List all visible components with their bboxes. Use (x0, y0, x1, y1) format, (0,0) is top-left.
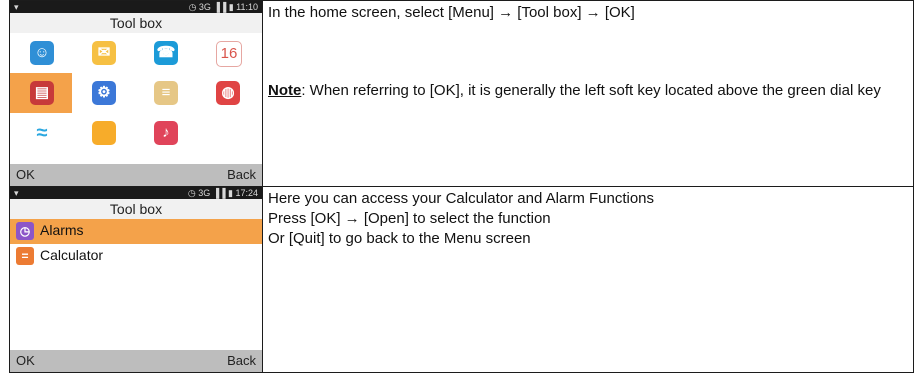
file-manager-icon: ≡ (154, 81, 178, 105)
status-indicators: ◷ 3G ▐▐ ▮ 17:24 (187, 188, 258, 198)
settings-icon: ⚙ (92, 81, 116, 105)
grid-cell-file-manager[interactable]: ≡ (134, 73, 196, 113)
phone-screen-grid: ▾ ◷ 3G ▐▐ ▮ 11:10 Tool box ☺ ✉ ☎ 16 ▤ ⚙ … (10, 1, 262, 186)
music-icon: ♪ (154, 121, 178, 145)
note-label: Note (268, 82, 302, 99)
status-bar: ▾ ◷ 3G ▐▐ ▮ 17:24 (10, 187, 262, 199)
instruction-line: In the home screen, select [Menu] → [Too… (268, 4, 635, 21)
grid-cell-music[interactable]: ♪ (134, 113, 196, 153)
instruction-line: Here you can access your Calculator and … (268, 190, 655, 207)
notes-icon (92, 121, 116, 145)
list-item-calculator[interactable]: = Calculator (10, 244, 262, 269)
list-item-alarms[interactable]: ◷ Alarms (10, 219, 262, 244)
grid-cell-phone[interactable]: ☎ (134, 33, 196, 73)
signal-icon: ▾ (14, 2, 19, 12)
softkey-back[interactable]: Back (221, 350, 262, 372)
phone-screen-list: ▾ ◷ 3G ▐▐ ▮ 17:24 Tool box ◷ Alarms = Ca… (10, 187, 262, 372)
screen-title: Tool box (10, 13, 262, 33)
grid-cell-toolbox-selected[interactable]: ▤ (10, 73, 72, 113)
note-paragraph: Note: When referring to [OK], it is gene… (268, 81, 908, 101)
instruction-line: Or [Quit] to go back to the Menu screen (268, 230, 531, 247)
list-item-label: Calculator (40, 247, 104, 263)
softkey-ok[interactable]: OK (10, 164, 41, 186)
signal-icon: ▾ (14, 188, 19, 198)
instruction-cell: In the home screen, select [Menu] → [Too… (262, 0, 914, 187)
toolbox-icon: ▤ (30, 81, 54, 105)
softkey-bar: OK Back (10, 164, 262, 186)
grid-cell-notes[interactable] (72, 113, 134, 153)
softkey-back[interactable]: Back (221, 164, 262, 186)
instruction-cell: Here you can access your Calculator and … (262, 186, 914, 373)
instructions-table: ▾ ◷ 3G ▐▐ ▮ 11:10 Tool box ☺ ✉ ☎ 16 ▤ ⚙ … (9, 0, 914, 373)
grid-cell-messages[interactable]: ✉ (72, 33, 134, 73)
calculator-icon: = (16, 247, 34, 265)
instruction-line: Press [OK] → [Open] to select the functi… (268, 210, 551, 227)
phone-icon: ☎ (154, 41, 178, 65)
table-row: ▾ ◷ 3G ▐▐ ▮ 11:10 Tool box ☺ ✉ ☎ 16 ▤ ⚙ … (9, 0, 914, 187)
softkey-bar: OK Back (10, 350, 262, 372)
screenshot-cell: ▾ ◷ 3G ▐▐ ▮ 17:24 Tool box ◷ Alarms = Ca… (9, 186, 263, 373)
contacts-icon: ☺ (30, 41, 54, 65)
status-indicators: ◷ 3G ▐▐ ▮ 11:10 (188, 2, 258, 12)
note-text: : When referring to [OK], it is generall… (301, 82, 881, 99)
grid-cell-settings[interactable]: ⚙ (72, 73, 134, 113)
grid-cell-browser[interactable]: ◍ (196, 73, 258, 113)
browser-icon: ◍ (216, 81, 240, 105)
table-row: ▾ ◷ 3G ▐▐ ▮ 17:24 Tool box ◷ Alarms = Ca… (9, 186, 914, 373)
softkey-ok[interactable]: OK (10, 350, 41, 372)
wifi-icon: ≈ (30, 121, 54, 145)
screenshot-cell: ▾ ◷ 3G ▐▐ ▮ 11:10 Tool box ☺ ✉ ☎ 16 ▤ ⚙ … (9, 0, 263, 187)
calendar-icon: 16 (216, 41, 242, 67)
status-bar: ▾ ◷ 3G ▐▐ ▮ 11:10 (10, 1, 262, 13)
grid-cell-calendar[interactable]: 16 (196, 33, 258, 73)
list-item-label: Alarms (40, 222, 84, 238)
grid-cell-wifi[interactable]: ≈ (10, 113, 72, 153)
alarm-clock-icon: ◷ (16, 222, 34, 240)
messages-icon: ✉ (92, 41, 116, 65)
screen-title: Tool box (10, 199, 262, 219)
grid-cell-contacts[interactable]: ☺ (10, 33, 72, 73)
